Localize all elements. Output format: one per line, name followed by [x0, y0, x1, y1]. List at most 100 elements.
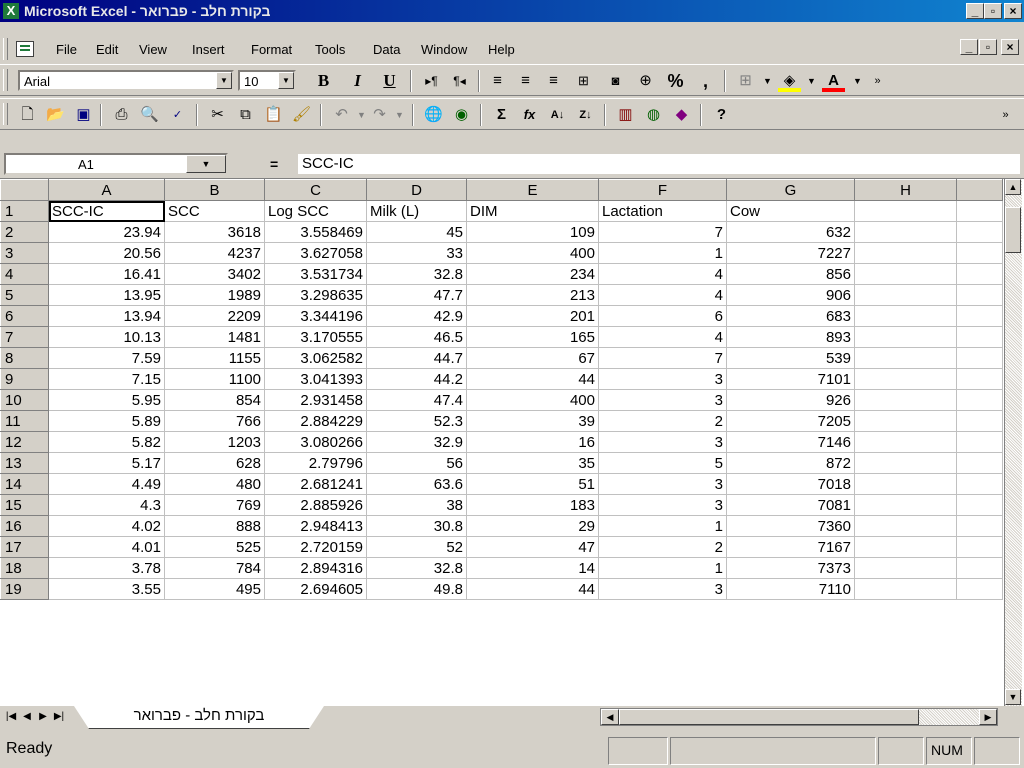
- toolbar-grip[interactable]: [3, 69, 8, 91]
- cell-b3[interactable]: 4237: [164, 242, 265, 264]
- row-header[interactable]: 13: [0, 452, 49, 474]
- cell-b7[interactable]: 1481: [164, 326, 265, 348]
- cell-d7[interactable]: 46.5: [366, 326, 467, 348]
- cell-a7[interactable]: 10.13: [48, 326, 165, 348]
- cell-d14[interactable]: 63.6: [366, 473, 467, 495]
- cell-i17[interactable]: [956, 536, 1003, 558]
- cell-f10[interactable]: 3: [598, 389, 727, 411]
- more-buttons-icon[interactable]: »: [994, 104, 1017, 126]
- cell-d13[interactable]: 56: [366, 452, 467, 474]
- sort-descending-icon[interactable]: Z↓: [574, 104, 597, 126]
- row-header[interactable]: 16: [0, 515, 49, 537]
- column-header-i[interactable]: [956, 179, 1003, 201]
- cell-a4[interactable]: 16.41: [48, 263, 165, 285]
- chevron-down-icon[interactable]: ▼: [186, 155, 226, 173]
- cell-d2[interactable]: 45: [366, 221, 467, 243]
- scroll-left-icon[interactable]: ◀: [601, 709, 619, 725]
- row-header[interactable]: 7: [0, 326, 49, 348]
- cell-b10[interactable]: 854: [164, 389, 265, 411]
- cell-i13[interactable]: [956, 452, 1003, 474]
- cell-c14[interactable]: 2.681241: [264, 473, 367, 495]
- cell-c17[interactable]: 2.720159: [264, 536, 367, 558]
- chevron-down-icon[interactable]: ▼: [756, 70, 779, 92]
- cell-g18[interactable]: 7373: [726, 557, 855, 579]
- paste-icon[interactable]: 📋: [262, 104, 285, 126]
- workbook-close-button[interactable]: ×: [1001, 39, 1019, 55]
- menu-file[interactable]: File: [56, 42, 77, 57]
- cell-g7[interactable]: 893: [726, 326, 855, 348]
- sheet-tab-active[interactable]: בקורת חלב - פברואר: [74, 706, 324, 729]
- cell-e16[interactable]: 29: [466, 515, 599, 537]
- cell-e2[interactable]: 109: [466, 221, 599, 243]
- column-header-d[interactable]: D: [366, 179, 467, 201]
- cell-g3[interactable]: 7227: [726, 242, 855, 264]
- cell-i8[interactable]: [956, 347, 1003, 369]
- cell-c7[interactable]: 3.170555: [264, 326, 367, 348]
- cell-b2[interactable]: 3618: [164, 221, 265, 243]
- menu-edit[interactable]: Edit: [96, 42, 118, 57]
- cell-c11[interactable]: 2.884229: [264, 410, 367, 432]
- cell-i1[interactable]: [956, 200, 1003, 222]
- cell-f18[interactable]: 1: [598, 557, 727, 579]
- cell-f4[interactable]: 4: [598, 263, 727, 285]
- cell-f9[interactable]: 3: [598, 368, 727, 390]
- cell-a18[interactable]: 3.78: [48, 557, 165, 579]
- cell-a6[interactable]: 13.94: [48, 305, 165, 327]
- cell-h13[interactable]: [854, 452, 957, 474]
- menu-view[interactable]: View: [139, 42, 167, 57]
- menu-format[interactable]: Format: [251, 42, 292, 57]
- font-color-icon[interactable]: A: [822, 70, 845, 92]
- toolbar-grip[interactable]: [3, 103, 8, 125]
- cell-f11[interactable]: 2: [598, 410, 727, 432]
- cell-e12[interactable]: 16: [466, 431, 599, 453]
- cell-h12[interactable]: [854, 431, 957, 453]
- cell-h9[interactable]: [854, 368, 957, 390]
- chevron-down-icon[interactable]: ▼: [216, 72, 232, 89]
- cell-b16[interactable]: 888: [164, 515, 265, 537]
- bold-button[interactable]: B: [312, 70, 335, 92]
- cell-h16[interactable]: [854, 515, 957, 537]
- cell-g15[interactable]: 7081: [726, 494, 855, 516]
- cell-f5[interactable]: 4: [598, 284, 727, 306]
- column-header-g[interactable]: G: [726, 179, 855, 201]
- cell-h11[interactable]: [854, 410, 957, 432]
- column-header-b[interactable]: B: [164, 179, 265, 201]
- cell-i16[interactable]: [956, 515, 1003, 537]
- first-sheet-icon[interactable]: |◀: [4, 709, 18, 725]
- cell-f14[interactable]: 3: [598, 473, 727, 495]
- cell-i12[interactable]: [956, 431, 1003, 453]
- cell-b17[interactable]: 525: [164, 536, 265, 558]
- row-header[interactable]: 18: [0, 557, 49, 579]
- menu-data[interactable]: Data: [373, 42, 400, 57]
- chart-wizard-icon[interactable]: ▥: [614, 104, 637, 126]
- cell-h5[interactable]: [854, 284, 957, 306]
- cell-h2[interactable]: [854, 221, 957, 243]
- cell-c15[interactable]: 2.885926: [264, 494, 367, 516]
- row-header[interactable]: 8: [0, 347, 49, 369]
- cell-i7[interactable]: [956, 326, 1003, 348]
- close-button[interactable]: ×: [1004, 3, 1022, 19]
- cell-e4[interactable]: 234: [466, 263, 599, 285]
- menu-window[interactable]: Window: [421, 42, 467, 57]
- cell-g5[interactable]: 906: [726, 284, 855, 306]
- cell-e13[interactable]: 35: [466, 452, 599, 474]
- comma-style-button[interactable]: ,: [694, 70, 717, 92]
- menu-insert[interactable]: Insert: [192, 42, 225, 57]
- cell-i15[interactable]: [956, 494, 1003, 516]
- cell-d15[interactable]: 38: [366, 494, 467, 516]
- cell-g16[interactable]: 7360: [726, 515, 855, 537]
- currency-style-icon[interactable]: ◙: [604, 70, 627, 92]
- ltr-icon[interactable]: ▸¶: [420, 70, 443, 92]
- cell-a19[interactable]: 3.55: [48, 578, 165, 600]
- row-header[interactable]: 17: [0, 536, 49, 558]
- chevron-down-icon[interactable]: ▼: [278, 72, 294, 89]
- row-header[interactable]: 15: [0, 494, 49, 516]
- menu-grip[interactable]: [3, 38, 8, 60]
- spelling-icon[interactable]: ✓: [166, 104, 189, 126]
- next-sheet-icon[interactable]: ▶: [36, 709, 50, 725]
- cell-d8[interactable]: 44.7: [366, 347, 467, 369]
- open-icon[interactable]: 📂: [44, 104, 67, 126]
- cell-h3[interactable]: [854, 242, 957, 264]
- cell-b13[interactable]: 628: [164, 452, 265, 474]
- minimize-button[interactable]: _: [966, 3, 984, 19]
